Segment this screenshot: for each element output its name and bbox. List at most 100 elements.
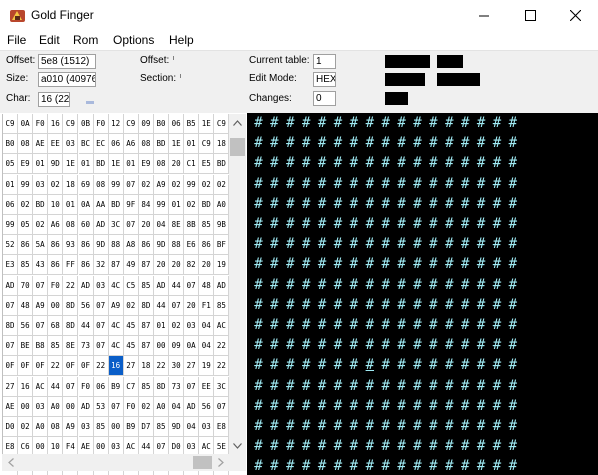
- hex-cell[interactable]: 99: [108, 174, 124, 195]
- hex-cell[interactable]: 1E: [108, 154, 124, 175]
- text-glyph[interactable]: #: [282, 355, 299, 375]
- text-glyph[interactable]: #: [409, 416, 426, 436]
- text-glyph[interactable]: #: [393, 113, 410, 133]
- hex-cell[interactable]: 86: [78, 235, 94, 256]
- text-glyph[interactable]: #: [473, 153, 490, 173]
- text-glyph[interactable]: #: [266, 456, 283, 475]
- hex-cell[interactable]: 8D: [63, 316, 79, 336]
- scroll-up-icon[interactable]: [229, 114, 246, 131]
- hex-cell[interactable]: 03: [93, 275, 109, 296]
- hex-cell[interactable]: 10: [48, 194, 64, 215]
- hex-cell[interactable]: 02: [138, 174, 154, 195]
- text-glyph[interactable]: #: [314, 113, 331, 133]
- hex-cell[interactable]: E6: [184, 235, 200, 256]
- text-glyph[interactable]: #: [441, 396, 458, 416]
- hex-cell[interactable]: C7: [123, 376, 139, 397]
- text-glyph[interactable]: #: [282, 275, 299, 295]
- hex-cell[interactable]: 07: [3, 336, 18, 357]
- text-glyph[interactable]: #: [441, 436, 458, 456]
- text-glyph[interactable]: #: [457, 436, 474, 456]
- hex-cell[interactable]: 9D: [48, 154, 64, 175]
- text-glyph[interactable]: #: [393, 153, 410, 173]
- hex-cell[interactable]: C9: [3, 114, 18, 134]
- text-glyph[interactable]: #: [266, 174, 283, 194]
- text-glyph[interactable]: #: [409, 214, 426, 234]
- hex-cell[interactable]: 04: [184, 417, 200, 437]
- text-glyph[interactable]: #: [345, 113, 362, 133]
- hex-cell[interactable]: 48: [18, 295, 34, 316]
- hex-cell[interactable]: 85: [18, 255, 34, 276]
- text-glyph[interactable]: #: [330, 153, 347, 173]
- hex-cell[interactable]: 85: [214, 295, 230, 316]
- hex-cell[interactable]: 0F: [78, 356, 94, 377]
- hex-cell[interactable]: BD: [33, 194, 49, 215]
- hex-cell[interactable]: AD: [3, 275, 18, 296]
- horizontal-scrollbar[interactable]: [2, 454, 229, 471]
- hex-cell[interactable]: 16: [48, 114, 64, 134]
- hex-cell[interactable]: 86: [18, 235, 34, 256]
- text-glyph[interactable]: #: [457, 315, 474, 335]
- text-glyph[interactable]: #: [298, 275, 315, 295]
- text-glyph[interactable]: #: [361, 335, 378, 355]
- hex-cell[interactable]: BD: [154, 134, 169, 155]
- text-glyph[interactable]: #: [330, 254, 347, 274]
- hex-cell[interactable]: 8E: [63, 336, 79, 357]
- text-glyph[interactable]: #: [250, 275, 267, 295]
- text-glyph[interactable]: #: [441, 174, 458, 194]
- text-glyph[interactable]: #: [425, 376, 442, 396]
- hex-cell[interactable]: 99: [154, 194, 169, 215]
- hex-cell[interactable]: F0: [78, 376, 94, 397]
- hex-cell[interactable]: 05: [18, 215, 34, 235]
- text-glyph[interactable]: #: [377, 275, 394, 295]
- hex-cell[interactable]: BE: [18, 336, 34, 357]
- text-glyph[interactable]: #: [457, 456, 474, 475]
- hex-cell[interactable]: 06: [169, 114, 185, 134]
- text-glyph[interactable]: #: [457, 234, 474, 254]
- text-glyph[interactable]: #: [425, 436, 442, 456]
- hex-cell[interactable]: 8D: [63, 295, 79, 316]
- text-glyph[interactable]: #: [489, 113, 506, 133]
- text-glyph[interactable]: #: [425, 194, 442, 214]
- text-glyph[interactable]: #: [377, 295, 394, 315]
- text-glyph[interactable]: #: [504, 376, 521, 396]
- text-glyph[interactable]: #: [345, 133, 362, 153]
- text-glyph[interactable]: #: [298, 153, 315, 173]
- text-glyph[interactable]: #: [282, 376, 299, 396]
- text-glyph[interactable]: #: [504, 295, 521, 315]
- text-glyph[interactable]: #: [345, 275, 362, 295]
- text-glyph[interactable]: #: [425, 295, 442, 315]
- text-glyph[interactable]: #: [361, 234, 378, 254]
- hex-cell[interactable]: 86: [48, 255, 64, 276]
- hex-cell[interactable]: 3C: [108, 215, 124, 235]
- hex-cell[interactable]: B0: [154, 114, 169, 134]
- text-glyph[interactable]: #: [457, 275, 474, 295]
- text-glyph[interactable]: #: [250, 396, 267, 416]
- hex-cell[interactable]: BD: [108, 194, 124, 215]
- text-glyph[interactable]: #: [282, 194, 299, 214]
- hex-cell[interactable]: 44: [78, 316, 94, 336]
- hex-cell[interactable]: E5: [199, 154, 215, 175]
- hex-cell[interactable]: 08: [18, 134, 34, 155]
- text-glyph[interactable]: #: [266, 113, 283, 133]
- text-glyph[interactable]: #: [314, 335, 331, 355]
- text-glyph[interactable]: #: [314, 376, 331, 396]
- hex-cell[interactable]: 1E: [169, 134, 185, 155]
- hex-cell[interactable]: 01: [184, 134, 200, 155]
- text-glyph[interactable]: #: [409, 436, 426, 456]
- text-glyph[interactable]: #: [361, 174, 378, 194]
- text-glyph[interactable]: #: [250, 335, 267, 355]
- text-glyph[interactable]: #: [282, 416, 299, 436]
- text-glyph[interactable]: #: [425, 113, 442, 133]
- hex-cell[interactable]: 99: [3, 215, 18, 235]
- hex-cell[interactable]: 20: [199, 255, 215, 276]
- hex-cell[interactable]: B9: [108, 376, 124, 397]
- hex-cell[interactable]: 4C: [108, 336, 124, 357]
- text-glyph[interactable]: #: [409, 295, 426, 315]
- text-glyph[interactable]: #: [409, 335, 426, 355]
- text-glyph[interactable]: #: [361, 254, 378, 274]
- text-glyph[interactable]: #: [457, 396, 474, 416]
- hex-cell[interactable]: B5: [184, 114, 200, 134]
- text-glyph[interactable]: #: [330, 355, 347, 375]
- menu-help[interactable]: Help: [169, 33, 194, 47]
- text-glyph[interactable]: #: [361, 416, 378, 436]
